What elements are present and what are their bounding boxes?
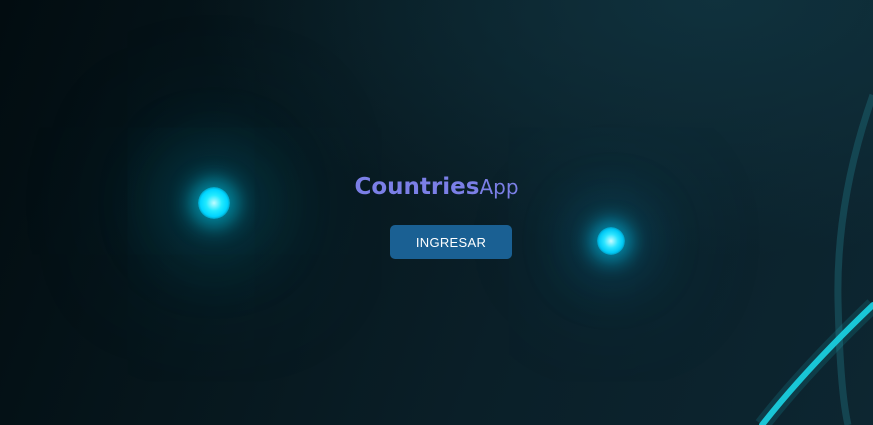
background-decoration <box>0 0 873 425</box>
login-button[interactable]: INGRESAR <box>390 225 512 259</box>
app-title-bold: Countries <box>354 174 480 200</box>
glowing-orb-right <box>597 227 625 255</box>
app-title: CountriesApp <box>0 171 873 206</box>
app-title-light: App <box>479 175 519 199</box>
top-right-glow <box>0 0 873 425</box>
